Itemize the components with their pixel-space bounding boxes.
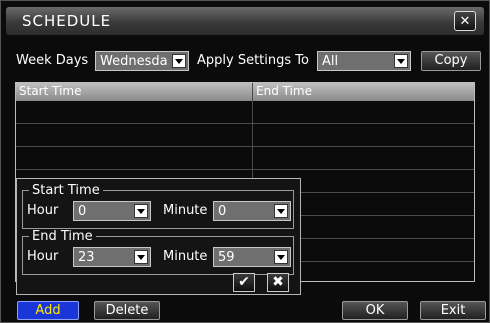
time-edit-popup: Start Time Hour 0 Minute 0 End Time Hour…: [16, 178, 301, 295]
start-minute-value: 0: [218, 204, 227, 219]
chevron-down-icon[interactable]: [274, 204, 288, 218]
chevron-down-icon[interactable]: [134, 250, 148, 264]
title-bar: SCHEDULE ✕: [6, 7, 484, 35]
end-time-column-header: End Time: [256, 84, 312, 98]
end-hour-label: Hour: [27, 249, 59, 264]
chevron-down-icon[interactable]: [134, 204, 148, 218]
week-days-value: Wednesda: [100, 54, 168, 69]
start-time-legend: Start Time: [32, 183, 100, 198]
apply-settings-value: All: [322, 54, 339, 69]
end-hour-value: 23: [78, 250, 95, 265]
table-row[interactable]: [16, 146, 474, 147]
table-header: Start Time End Time: [16, 83, 474, 101]
copy-button[interactable]: Copy: [421, 51, 481, 71]
exit-button[interactable]: Exit: [420, 301, 486, 320]
schedule-window: SCHEDULE ✕ Week Days Wednesda Apply Sett…: [0, 0, 490, 323]
end-minute-value: 59: [218, 250, 235, 265]
apply-settings-label: Apply Settings To: [197, 53, 309, 68]
close-icon: ✕: [459, 14, 471, 29]
end-time-legend: End Time: [32, 229, 93, 244]
start-hour-value: 0: [78, 204, 87, 219]
start-hour-select[interactable]: 0: [73, 201, 151, 221]
week-days-label: Week Days: [16, 53, 89, 68]
end-minute-select[interactable]: 59: [213, 247, 291, 267]
apply-settings-select[interactable]: All: [317, 51, 411, 71]
start-minute-label: Minute: [163, 203, 208, 218]
end-hour-select[interactable]: 23: [73, 247, 151, 267]
start-time-column-header: Start Time: [19, 84, 82, 98]
table-row[interactable]: [16, 169, 474, 170]
chevron-down-icon[interactable]: [172, 54, 186, 68]
window-title: SCHEDULE: [22, 12, 112, 30]
table-row[interactable]: [16, 123, 474, 124]
start-hour-label: Hour: [27, 203, 59, 218]
x-icon: ✖: [272, 274, 284, 290]
check-icon: ✔: [238, 274, 250, 290]
ok-button[interactable]: OK: [342, 301, 408, 320]
start-minute-select[interactable]: 0: [213, 201, 291, 221]
close-button[interactable]: ✕: [454, 11, 476, 31]
cancel-button[interactable]: ✖: [267, 273, 289, 292]
week-days-select[interactable]: Wednesda: [95, 51, 189, 71]
chevron-down-icon[interactable]: [274, 250, 288, 264]
end-minute-label: Minute: [163, 249, 208, 264]
add-button[interactable]: Add: [17, 301, 79, 320]
confirm-button[interactable]: ✔: [233, 273, 255, 292]
chevron-down-icon[interactable]: [394, 54, 408, 68]
delete-button[interactable]: Delete: [94, 301, 160, 320]
